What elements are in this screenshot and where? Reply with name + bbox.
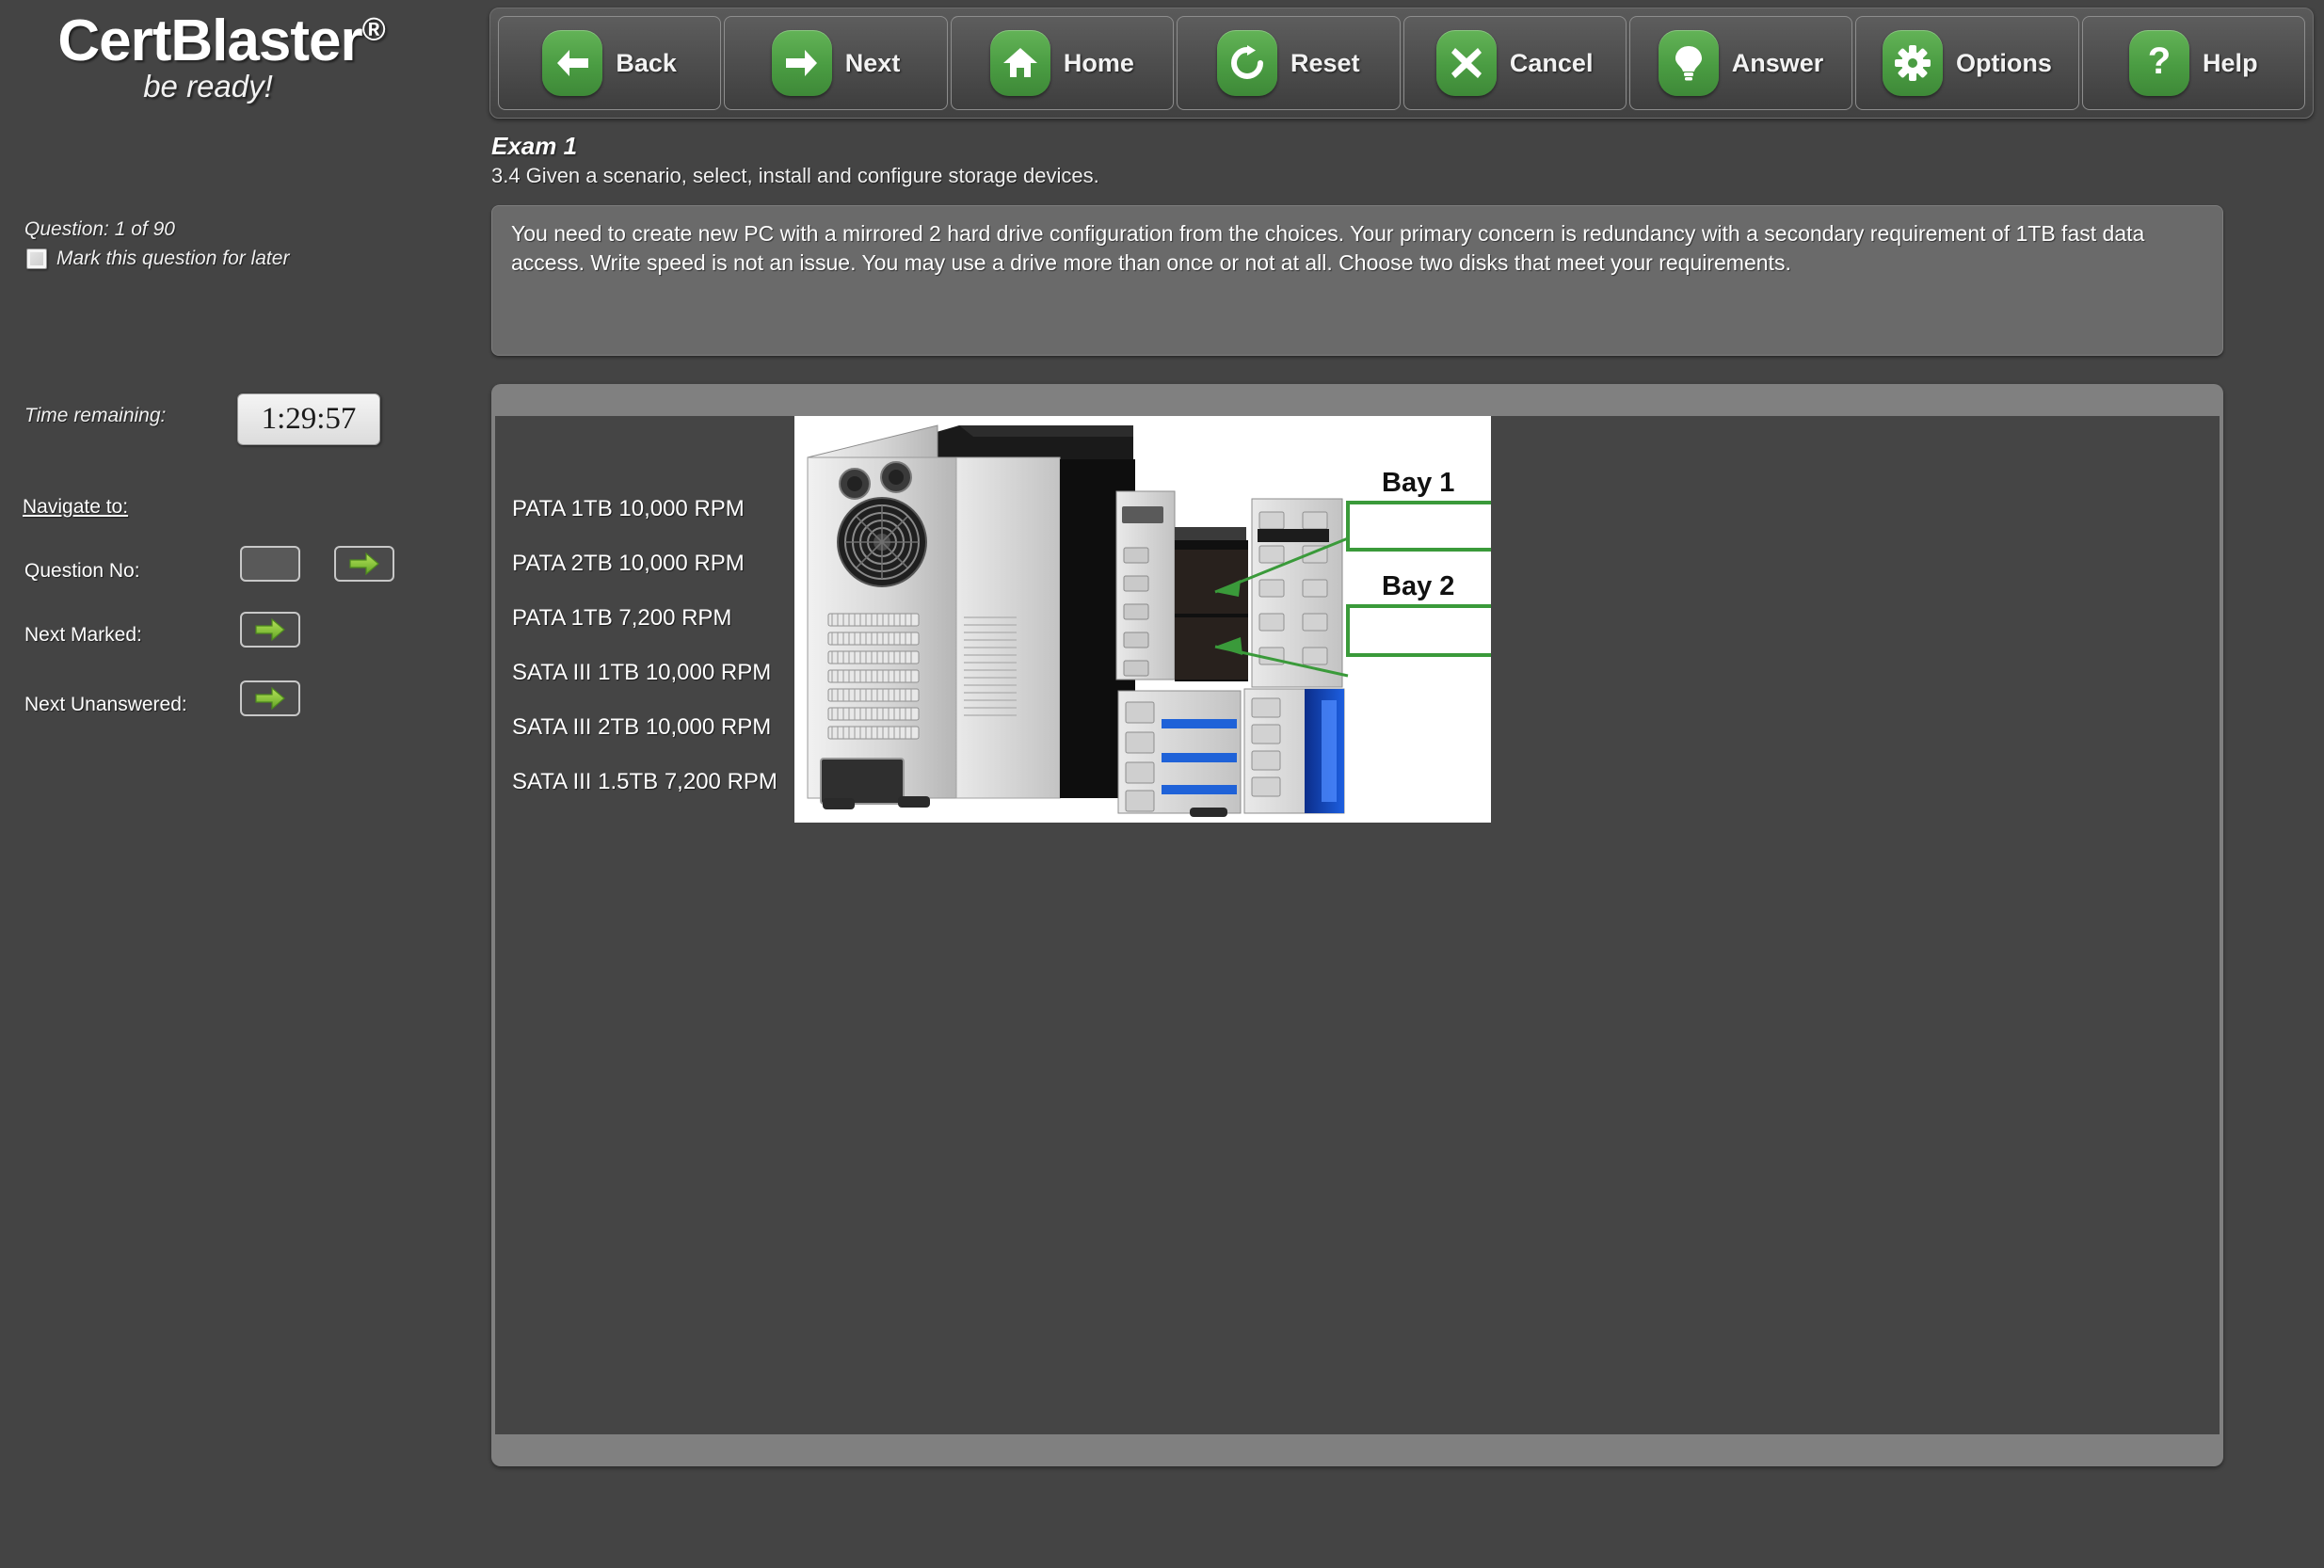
toolbar-label-back: Back <box>616 48 677 77</box>
time-remaining-label: Time remaining: <box>24 405 167 426</box>
mark-question-row[interactable]: Mark this question for later <box>26 248 289 270</box>
bay-2-label: Bay 2 <box>1382 571 1454 601</box>
nav-label-question-no: Question No: <box>24 560 140 582</box>
toolbar-button-reset[interactable]: Reset <box>1177 16 1401 110</box>
toolbar-button-answer[interactable]: Answer <box>1628 16 1853 110</box>
exam-objective: 3.4 Given a scenario, select, install an… <box>491 164 1099 187</box>
pc-case-photo <box>807 424 1345 817</box>
nav-row-question-no: Question No: <box>24 560 140 583</box>
toolbar-button-help[interactable]: ? Help <box>2081 16 2305 110</box>
toolbar-button-home[interactable]: Home <box>950 16 1175 110</box>
bay-1-dropzone <box>1346 501 1491 552</box>
lightbulb-icon <box>1658 30 1719 96</box>
question-text: You need to create new PC with a mirrore… <box>511 221 2145 275</box>
question-mark-icon: ? <box>2129 30 2190 96</box>
time-remaining-value: 1:29:57 <box>237 393 380 445</box>
arrow-right-icon <box>255 617 285 642</box>
nav-row-next-marked: Next Marked: <box>24 624 142 647</box>
toolbar-label-answer: Answer <box>1731 48 1824 77</box>
svg-text:?: ? <box>2148 43 2171 82</box>
nav-label-next-marked: Next Marked: <box>24 624 142 646</box>
logo-name: CertBlaster <box>57 8 362 73</box>
toolbar-button-next[interactable]: Next <box>724 16 948 110</box>
nav-label-next-unanswered: Next Unanswered: <box>24 694 187 715</box>
question-panel: You need to create new PC with a mirrore… <box>491 205 2223 356</box>
sidebar: CertBlaster® be ready! Question: 1 of 90… <box>0 0 482 1568</box>
toolbar-label-reset: Reset <box>1290 48 1360 77</box>
toolbar-label-next: Next <box>844 48 901 77</box>
navigate-to-heading: Navigate to: <box>23 496 129 518</box>
main-toolbar: Back Next Home Reset Cancel Answer Optio… <box>489 8 2314 119</box>
arrow-right-icon <box>255 686 285 711</box>
close-x-icon <box>1435 30 1497 96</box>
gear-icon <box>1882 30 1943 96</box>
nav-row-next-unanswered: Next Unanswered: <box>24 694 187 716</box>
bay-2-dropzone <box>1346 604 1491 657</box>
next-unanswered-button[interactable] <box>240 680 300 716</box>
arrow-left-icon <box>542 30 603 96</box>
go-to-question-button[interactable] <box>334 546 394 582</box>
content-area: PATA 1TB 10,000 RPM PATA 2TB 10,000 RPM … <box>495 416 2220 1434</box>
exam-title: Exam 1 <box>491 132 578 160</box>
toolbar-button-cancel[interactable]: Cancel <box>1402 16 1627 110</box>
toolbar-button-options[interactable]: Options <box>1855 16 2079 110</box>
toolbar-label-cancel: Cancel <box>1509 48 1594 77</box>
app-logo: CertBlaster® be ready! <box>0 8 442 104</box>
toolbar-label-home: Home <box>1063 48 1134 77</box>
logo-wordmark: CertBlaster® <box>0 8 442 74</box>
refresh-icon <box>1217 30 1278 96</box>
arrow-right-icon <box>349 552 379 576</box>
mark-question-label: Mark this question for later <box>56 248 290 269</box>
question-no-input[interactable] <box>240 546 300 582</box>
registered-trademark-icon: ® <box>361 11 386 48</box>
home-icon <box>989 30 1050 96</box>
toolbar-label-help: Help <box>2203 48 2258 77</box>
bay-1-label: Bay 1 <box>1382 468 1454 498</box>
content-panel: PATA 1TB 10,000 RPM PATA 2TB 10,000 RPM … <box>491 384 2223 1466</box>
toolbar-button-back[interactable]: Back <box>498 16 722 110</box>
question-counter: Question: 1 of 90 <box>24 218 175 240</box>
toolbar-label-options: Options <box>1955 48 2052 77</box>
mark-question-checkbox[interactable] <box>26 248 47 269</box>
pc-case-diagram: Bay 1 Bay 2 <box>794 416 1491 823</box>
arrow-right-icon <box>771 30 832 96</box>
next-marked-button[interactable] <box>240 612 300 648</box>
